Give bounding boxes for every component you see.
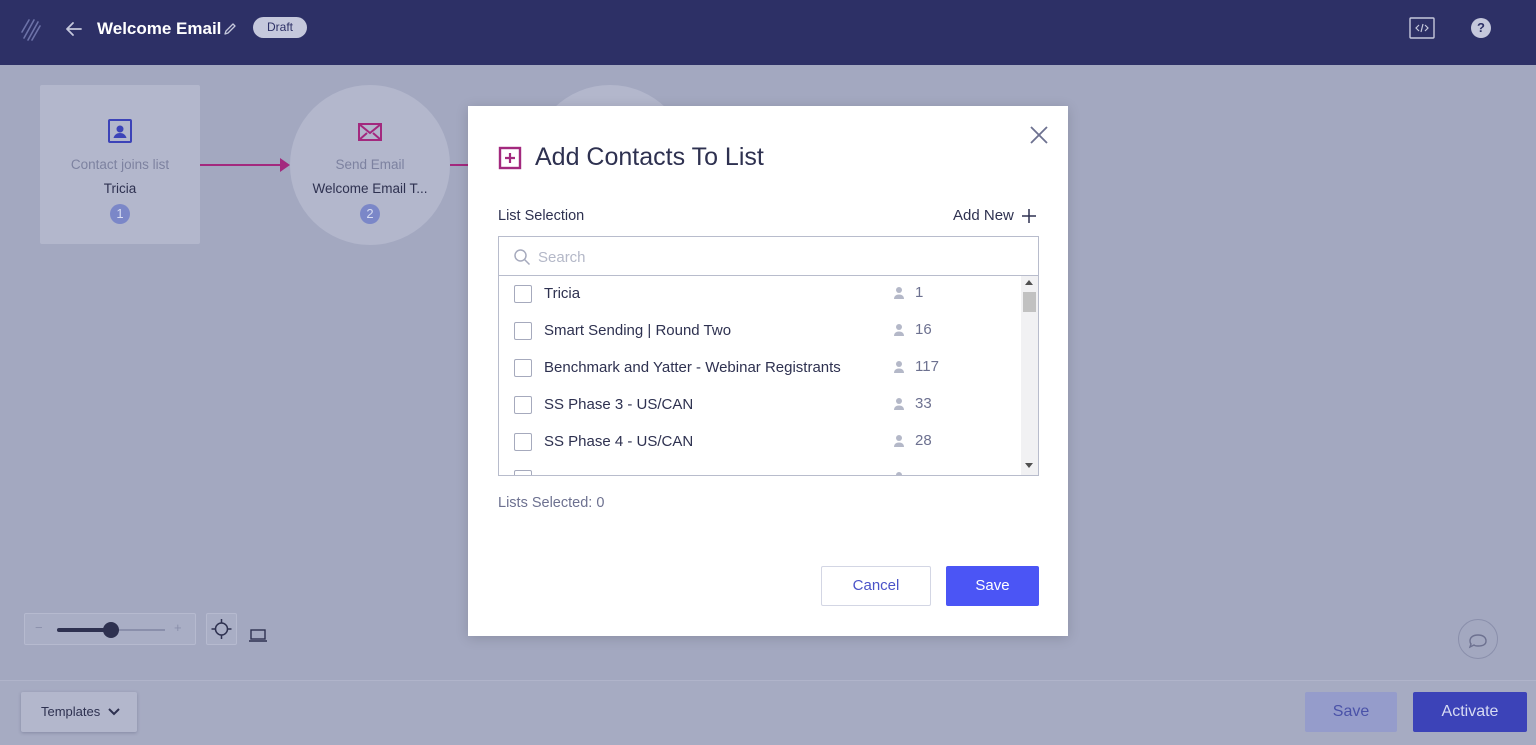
person-icon — [894, 398, 904, 410]
save-workflow-button[interactable]: Save — [1305, 692, 1397, 732]
list-contact-count: 33 — [915, 395, 932, 412]
status-badge: Draft — [253, 17, 308, 38]
list-name: Benchmark and Yatter - Webinar Registran… — [544, 359, 841, 376]
list-selection-label: List Selection — [498, 208, 585, 224]
lists-selected-count: Lists Selected: 0 — [498, 495, 605, 511]
step-number: 2 — [360, 204, 380, 224]
recenter-button[interactable] — [206, 613, 237, 645]
zoom-out-button[interactable]: − — [35, 620, 43, 635]
list-checkbox[interactable] — [514, 322, 532, 340]
trigger-node[interactable]: Contact joins list Tricia 1 — [40, 85, 200, 244]
list-scrollbar[interactable] — [1021, 276, 1038, 475]
list-checkbox[interactable] — [514, 433, 532, 451]
cancel-button[interactable]: Cancel — [821, 566, 931, 606]
list-contact-count: 1 — [915, 284, 924, 301]
plus-icon[interactable] — [1020, 207, 1038, 225]
node-value: Welcome Email T... — [312, 181, 428, 196]
add-contacts-modal: Add Contacts To List List Selection Add … — [468, 106, 1068, 636]
back-arrow-icon[interactable] — [62, 17, 86, 41]
person-icon — [896, 472, 902, 475]
person-icon — [894, 361, 904, 373]
list-checkbox[interactable] — [514, 470, 532, 475]
modal-title: Add Contacts To List — [535, 143, 764, 171]
list-name: Tricia — [544, 285, 581, 302]
person-icon — [894, 287, 904, 299]
contact-card-icon — [108, 119, 132, 143]
node-value: Tricia — [103, 181, 137, 196]
help-icon[interactable]: ? — [1471, 18, 1491, 38]
templates-label: Templates — [41, 704, 101, 719]
add-to-list-icon — [498, 146, 522, 170]
send-email-node[interactable]: Send Email Welcome Email T... 2 — [290, 85, 450, 245]
list-item-partial[interactable] — [499, 461, 1021, 475]
list-contact-count: 28 — [915, 432, 932, 449]
list-name: SS Phase 4 - US/CAN — [544, 433, 694, 450]
person-icon — [894, 435, 904, 447]
list-contact-count: 16 — [915, 321, 932, 338]
code-view-icon[interactable] — [1409, 17, 1435, 39]
connector-line — [200, 164, 282, 166]
workflow-title[interactable]: Welcome Email — [97, 19, 221, 39]
node-label: Contact joins list — [70, 157, 170, 172]
close-icon[interactable] — [1028, 124, 1050, 146]
list-checkbox[interactable] — [514, 359, 532, 377]
list-name: SS Phase 3 - US/CAN — [544, 396, 694, 413]
person-icon — [894, 324, 904, 336]
zoom-control: − + — [24, 613, 196, 645]
envelope-icon — [358, 123, 382, 141]
connector-line — [450, 164, 470, 166]
list-contact-count: 117 — [915, 358, 939, 375]
list-item[interactable]: SS Phase 4 - US/CAN 28 — [499, 424, 1021, 461]
list-name: Smart Sending | Round Two — [544, 322, 732, 339]
list-item[interactable]: Benchmark and Yatter - Webinar Registran… — [499, 350, 1021, 387]
scrollbar-thumb[interactable] — [1023, 292, 1036, 312]
laptop-icon[interactable] — [248, 626, 268, 644]
chevron-down-icon — [108, 708, 120, 716]
zoom-in-button[interactable]: + — [174, 620, 182, 635]
activate-button[interactable]: Activate — [1413, 692, 1527, 732]
zoom-slider-handle[interactable] — [103, 622, 119, 638]
list-checkbox[interactable] — [514, 396, 532, 414]
connector-arrow — [280, 158, 290, 172]
app-logo-icon[interactable] — [20, 16, 44, 42]
list-checkbox[interactable] — [514, 285, 532, 303]
step-number: 1 — [110, 204, 130, 224]
chat-fab-button[interactable] — [1458, 619, 1498, 659]
add-new-link[interactable]: Add New — [953, 207, 1014, 224]
list-item[interactable]: Tricia 1 — [499, 276, 1021, 313]
templates-dropdown[interactable]: Templates — [21, 692, 137, 732]
search-box — [498, 236, 1039, 276]
save-button[interactable]: Save — [946, 566, 1039, 606]
list-item[interactable]: SS Phase 3 - US/CAN 33 — [499, 387, 1021, 424]
crosshair-icon — [211, 619, 232, 639]
pencil-icon[interactable] — [222, 21, 238, 37]
chat-bubble-icon — [1468, 634, 1487, 649]
search-input[interactable] — [538, 246, 1018, 268]
scroll-up-arrow-icon[interactable] — [1025, 280, 1033, 285]
search-icon — [514, 249, 531, 266]
list-item[interactable]: Smart Sending | Round Two 16 — [499, 313, 1021, 350]
scroll-down-arrow-icon[interactable] — [1025, 463, 1033, 468]
list-selection-box: Tricia 1 Smart Sending | Round Two 16 Be… — [498, 275, 1039, 476]
node-label: Send Email — [335, 157, 405, 172]
top-bar: Welcome Email Draft ? — [0, 0, 1536, 65]
